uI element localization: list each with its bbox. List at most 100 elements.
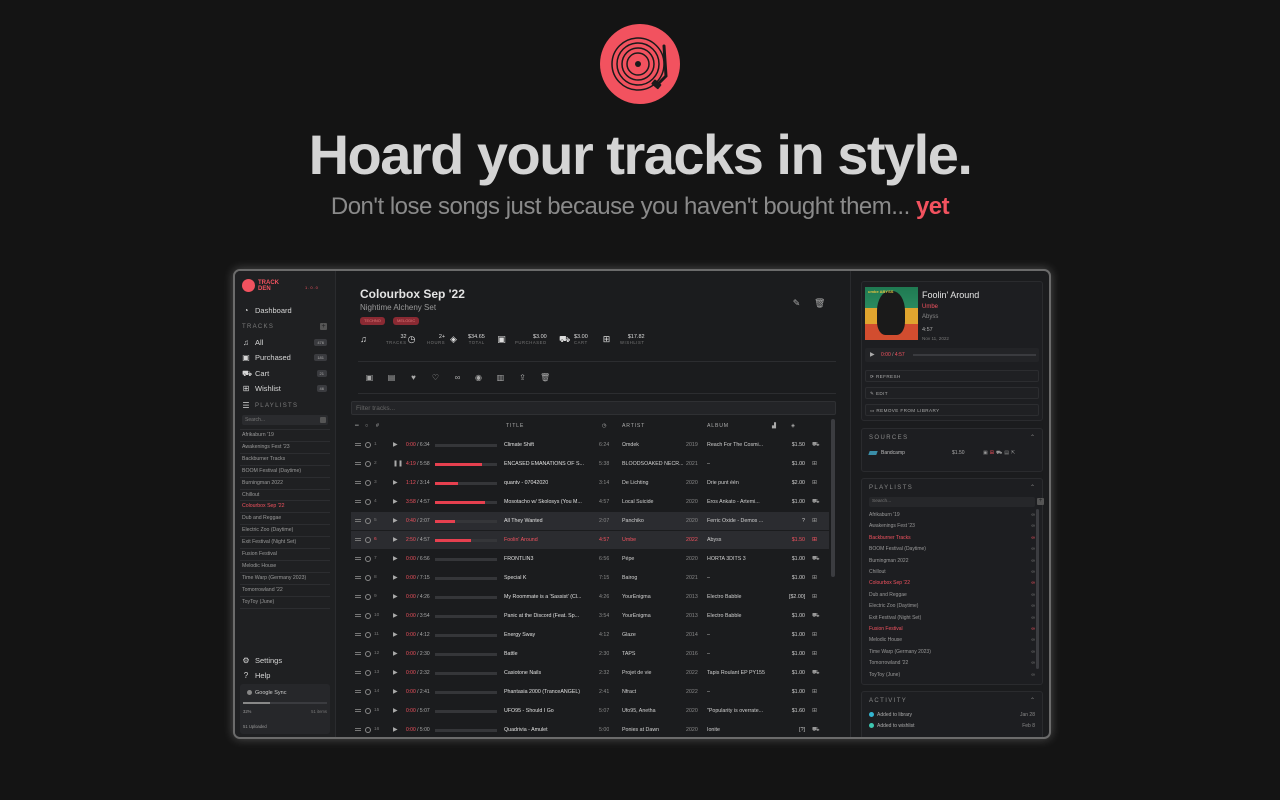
- link-icon[interactable]: ∞: [1031, 660, 1035, 666]
- sidebar-playlist-item[interactable]: Electric Zoo (Daytime): [242, 527, 293, 533]
- playlist-item[interactable]: BOOM Festival (Daytime)∞: [869, 546, 1035, 552]
- link-icon[interactable]: ∞: [1031, 580, 1035, 586]
- row-select-checkbox[interactable]: [365, 518, 371, 524]
- trash-icon[interactable]: 🗑: [814, 299, 823, 308]
- play-icon[interactable]: ▶: [393, 688, 398, 695]
- gift-icon[interactable]: ⊞: [812, 631, 817, 638]
- nav-dashboard[interactable]: ◔ Dashboard: [242, 306, 327, 315]
- sidebar-playlist-search[interactable]: Search...: [242, 415, 328, 425]
- table-row[interactable]: 1▶0:00 / 6:34Climate Shift6:24Ωmdek2019R…: [351, 436, 829, 454]
- link-icon[interactable]: ∞: [1031, 523, 1035, 529]
- track-progress-bar[interactable]: [435, 596, 497, 599]
- link-icon[interactable]: ∞: [1031, 592, 1035, 598]
- track-progress-bar[interactable]: [435, 615, 497, 618]
- track-progress-bar[interactable]: [435, 672, 497, 675]
- playlist-item[interactable]: Tomorrowland '22∞: [869, 660, 1035, 666]
- link-icon[interactable]: ∞: [1031, 569, 1035, 575]
- link-icon[interactable]: ∞: [1031, 672, 1035, 678]
- table-row[interactable]: 9▶0:00 / 4:26My Roommate is a 'Sassist' …: [351, 588, 829, 606]
- sidebar-playlist-item[interactable]: Dub and Reggae: [242, 515, 281, 521]
- table-row[interactable]: 10▶0:00 / 3:54Panic at the Discord (Feat…: [351, 607, 829, 625]
- cart-icon[interactable]: ⛟: [812, 498, 820, 506]
- row-select-checkbox[interactable]: [365, 461, 371, 467]
- refresh-button[interactable]: ⟳ REFRESH: [865, 370, 1039, 382]
- mini-player[interactable]: ▶ 0:00 / 4:57: [865, 348, 1039, 362]
- play-icon[interactable]: ▶: [393, 612, 398, 619]
- row-select-checkbox[interactable]: [365, 632, 371, 638]
- track-progress-bar[interactable]: [435, 482, 497, 485]
- play-icon[interactable]: ▶: [393, 726, 398, 733]
- tag-badge[interactable]: TECHNO: [360, 317, 385, 325]
- col-num-header[interactable]: #: [376, 423, 380, 429]
- row-select-checkbox[interactable]: [365, 613, 371, 619]
- cart-icon[interactable]: ⛟: [812, 669, 820, 677]
- link-icon[interactable]: ∞: [1031, 558, 1035, 564]
- cart-icon[interactable]: ⛟: [812, 555, 820, 563]
- drag-handle-icon[interactable]: [355, 671, 361, 674]
- table-row[interactable]: 13▶0:00 / 2:32Casiotone Nails2:32Projet …: [351, 664, 829, 682]
- nav-purchased[interactable]: ▣ Purchased 181: [242, 353, 327, 362]
- table-row[interactable]: 7▶0:00 / 6:56FRONTLIN36:56Pépe2020HORTA …: [351, 550, 829, 568]
- row-select-checkbox[interactable]: [365, 727, 371, 733]
- row-select-checkbox[interactable]: [365, 594, 371, 600]
- track-progress-bar[interactable]: [435, 463, 497, 466]
- cart-icon[interactable]: ⛟: [812, 612, 820, 620]
- cart-icon[interactable]: ⛟: [812, 726, 820, 734]
- drag-handle-icon[interactable]: [355, 462, 361, 465]
- purchase-icon[interactable]: ▣: [365, 373, 374, 382]
- edit-button[interactable]: ✎ EDIT: [865, 387, 1039, 399]
- edit-icon[interactable]: ✎: [792, 299, 801, 308]
- sidebar-playlist-item[interactable]: Fusion Festival: [242, 551, 277, 557]
- sidebar-playlist-item[interactable]: ToyToy (June): [242, 599, 274, 605]
- playlist-item[interactable]: Colourbox Sep '22∞: [869, 580, 1035, 586]
- gift-icon[interactable]: ⊞: [812, 593, 817, 600]
- play-icon[interactable]: ▶: [393, 536, 398, 543]
- playlist-item[interactable]: Burningman 2022∞: [869, 558, 1035, 564]
- filter-tracks-input[interactable]: Filter tracks...: [351, 401, 836, 415]
- link-icon[interactable]: ∞: [1031, 546, 1035, 552]
- playlist-search-input[interactable]: Search...: [869, 497, 1035, 507]
- source-actions[interactable]: ▣⊞⛟▤⇱: [983, 450, 1017, 457]
- drag-handle-icon[interactable]: [355, 443, 361, 446]
- row-select-checkbox[interactable]: [365, 556, 371, 562]
- table-row[interactable]: 8▶0:00 / 7:15Special K7:15Bairog2021–$1.…: [351, 569, 829, 587]
- gift-icon[interactable]: ⊞: [812, 479, 817, 486]
- link-icon[interactable]: ∞: [1031, 649, 1035, 655]
- drag-handle-icon[interactable]: [355, 519, 361, 522]
- link-icon[interactable]: ∞: [1031, 535, 1035, 541]
- track-table-scrollbar[interactable]: [831, 419, 835, 577]
- track-progress-bar[interactable]: [435, 501, 497, 504]
- nav-settings[interactable]: ⚙ Settings: [242, 656, 327, 665]
- track-progress-bar[interactable]: [435, 710, 497, 713]
- nav-wishlist[interactable]: ⊞ Wishlist 46: [242, 384, 327, 393]
- row-select-checkbox[interactable]: [365, 442, 371, 448]
- chevron-up-icon[interactable]: ⌃: [1030, 434, 1035, 441]
- track-progress-bar[interactable]: [435, 444, 497, 447]
- gift-icon[interactable]: ⊞: [812, 517, 817, 524]
- col-stats-header[interactable]: ▟: [772, 423, 777, 429]
- source-row[interactable]: Bandcamp $1.50 ▣⊞⛟▤⇱: [869, 450, 1037, 456]
- table-row[interactable]: 4▶3:58 / 4:57Mosotacho w/ Skolosys (You …: [351, 493, 829, 511]
- drag-handle-icon[interactable]: [355, 538, 361, 541]
- row-select-checkbox[interactable]: [365, 651, 371, 657]
- gift-icon[interactable]: ⊞: [812, 707, 817, 714]
- playlist-item[interactable]: Backburner Tracks∞: [869, 535, 1035, 541]
- sidebar-playlist-item[interactable]: Afrikaburn '19: [242, 432, 274, 438]
- row-select-checkbox[interactable]: [365, 537, 371, 543]
- sidebar-playlist-item[interactable]: Chillout: [242, 492, 259, 498]
- sidebar-playlist-item[interactable]: Time Warp (Germany 2023): [242, 575, 306, 581]
- table-row[interactable]: 15▶0:00 / 5:07UFO95 - Should I Go5:07Ufo…: [351, 702, 829, 720]
- link-icon[interactable]: ∞: [1031, 626, 1035, 632]
- play-icon[interactable]: ▶: [393, 479, 398, 486]
- col-title-header[interactable]: TITLE: [506, 423, 524, 429]
- play-icon[interactable]: ▶: [870, 351, 875, 358]
- table-row[interactable]: 5▶0:40 / 2:07All They Wanted2:07Panchiko…: [351, 512, 829, 530]
- now-playing-album[interactable]: Abyss: [922, 314, 938, 320]
- table-row[interactable]: 2❚❚4:19 / 5:58ENCASED EMANATIONS OF S...…: [351, 455, 829, 473]
- export-icon[interactable]: ⇪: [518, 373, 527, 382]
- chevron-up-icon[interactable]: ⌃: [1030, 484, 1035, 491]
- table-row[interactable]: 16▶0:00 / 5:00Quadrivia - Amulet5:00Poni…: [351, 721, 829, 739]
- playlists-scrollbar[interactable]: [1036, 509, 1039, 669]
- playlist-item[interactable]: Awakenings Fest '23∞: [869, 523, 1035, 529]
- playlist-item[interactable]: Time Warp (Germany 2023)∞: [869, 649, 1035, 655]
